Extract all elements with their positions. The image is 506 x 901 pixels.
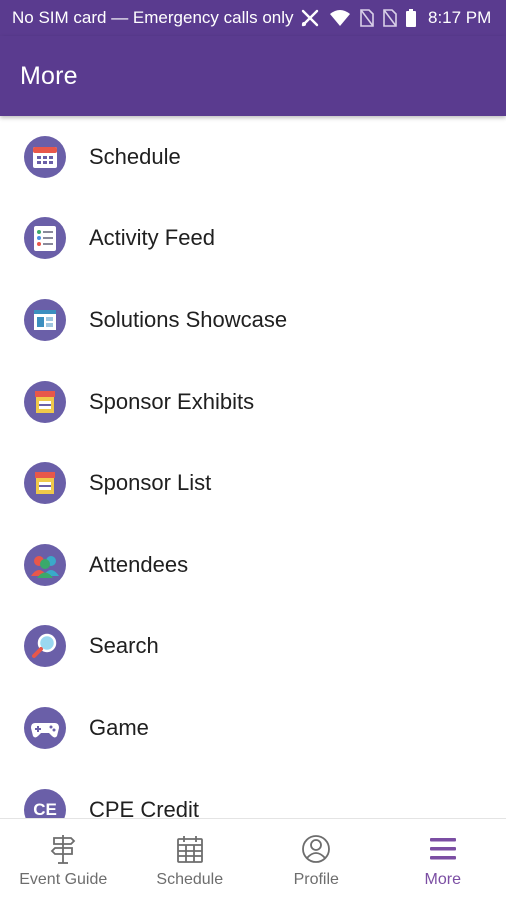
bottom-navigation: Event Guide Schedule (0, 818, 506, 901)
status-time: 8:17 PM (428, 8, 491, 28)
menu-item-label: Sponsor Exhibits (89, 389, 254, 415)
menu-item-label: CPE Credit (89, 797, 199, 818)
wifi-icon (329, 9, 351, 27)
battery-icon (406, 9, 416, 27)
status-bar: No SIM card — Emergency calls only 8:17 … (0, 0, 506, 36)
nav-more[interactable]: More (380, 819, 506, 901)
nav-label: Schedule (156, 871, 223, 889)
storefront-icon (24, 462, 66, 504)
nav-label: More (425, 871, 461, 889)
menu-item-label: Schedule (89, 144, 181, 170)
nav-profile[interactable]: Profile (253, 819, 380, 901)
status-icons (300, 8, 416, 28)
storefront-icon (24, 381, 66, 423)
no-sim-icon-2 (383, 9, 397, 27)
menu-item-cpe-credit[interactable]: CE CPE Credit (0, 769, 506, 818)
page-title: More (20, 62, 78, 91)
no-sim-icon (360, 9, 374, 27)
nav-label: Event Guide (19, 871, 107, 889)
menu-item-label: Activity Feed (89, 225, 215, 251)
magnifier-icon (24, 625, 66, 667)
menu-item-game[interactable]: Game (0, 687, 506, 769)
menu-item-label: Attendees (89, 552, 188, 578)
menu-item-search[interactable]: Search (0, 606, 506, 688)
carrier-status: No SIM card — Emergency calls only (0, 8, 294, 28)
menu-item-schedule[interactable]: Schedule (0, 116, 506, 198)
menu-item-label: Game (89, 715, 149, 741)
nav-event-guide[interactable]: Event Guide (0, 819, 127, 901)
nav-label: Profile (294, 871, 339, 889)
nav-schedule[interactable]: Schedule (127, 819, 254, 901)
menu-item-label: Solutions Showcase (89, 307, 287, 333)
showcase-icon (24, 299, 66, 341)
menu-item-solutions-showcase[interactable]: Solutions Showcase (0, 279, 506, 361)
gamepad-icon (24, 707, 66, 749)
checklist-icon (24, 217, 66, 259)
signpost-icon (50, 831, 76, 867)
menu-item-attendees[interactable]: Attendees (0, 524, 506, 606)
menu-item-label: Sponsor List (89, 470, 211, 496)
app-bar: More (0, 36, 506, 116)
menu-item-sponsor-exhibits[interactable]: Sponsor Exhibits (0, 361, 506, 443)
ce-badge-text: CE (33, 800, 57, 818)
ce-badge-icon: CE (24, 789, 66, 818)
people-icon (24, 544, 66, 586)
no-signal-tools-icon (300, 8, 320, 28)
menu-item-label: Search (89, 633, 159, 659)
more-menu-list: Schedule Activity Feed (0, 116, 506, 818)
calendar-icon (176, 831, 204, 867)
menu-item-activity-feed[interactable]: Activity Feed (0, 198, 506, 280)
menu-item-sponsor-list[interactable]: Sponsor List (0, 442, 506, 524)
calendar-icon (24, 136, 66, 178)
menu-icon (429, 831, 457, 867)
person-icon (301, 831, 331, 867)
